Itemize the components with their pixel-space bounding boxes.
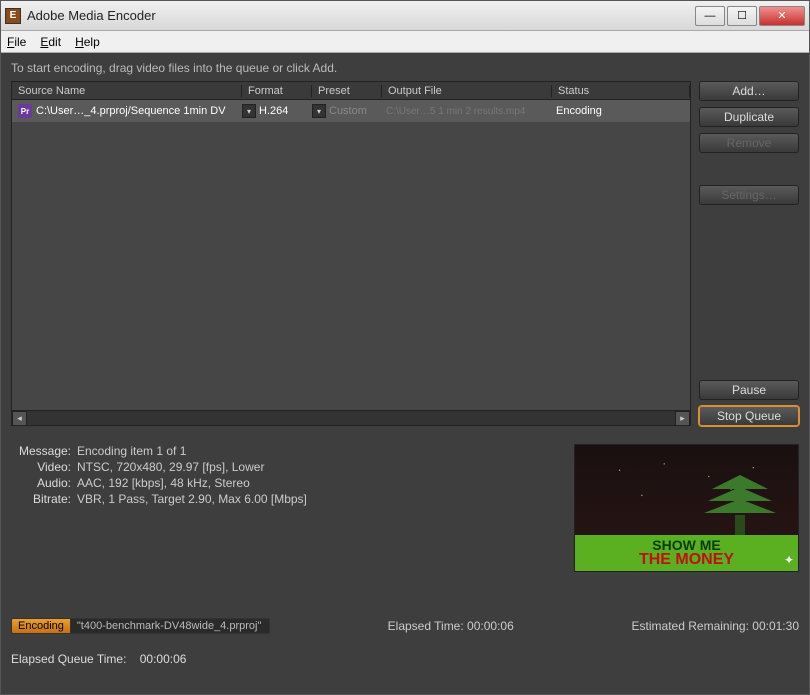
audio-label: Audio: bbox=[11, 476, 71, 490]
message-value: Encoding item 1 of 1 bbox=[77, 444, 186, 458]
elapsed-value: 00:00:06 bbox=[467, 619, 514, 633]
preset-dropdown-icon[interactable]: ▾ bbox=[312, 104, 326, 118]
format-dropdown-icon[interactable]: ▾ bbox=[242, 104, 256, 118]
app-window: E Adobe Media Encoder — ☐ ✕ File Edit He… bbox=[0, 0, 810, 695]
col-status[interactable]: Status bbox=[552, 85, 690, 97]
pause-button[interactable]: Pause bbox=[699, 380, 799, 400]
progress-row: Encoding "t400-benchmark-DV48wide_4.prpr… bbox=[11, 618, 799, 634]
remove-button: Remove bbox=[699, 133, 799, 153]
app-body: To start encoding, drag video files into… bbox=[1, 53, 809, 694]
column-headers: Source Name Format Preset Output File St… bbox=[12, 82, 690, 100]
queue-panel: Source Name Format Preset Output File St… bbox=[11, 81, 691, 426]
hint-text: To start encoding, drag video files into… bbox=[11, 61, 799, 75]
info-panel: Message: Encoding item 1 of 1 Video: NTSC,… bbox=[11, 444, 554, 572]
col-preset[interactable]: Preset bbox=[312, 85, 382, 97]
settings-button: Settings… bbox=[699, 185, 799, 205]
col-source-name[interactable]: Source Name bbox=[12, 85, 242, 97]
row-name: C:\User…_4.prproj/Sequence 1min DV bbox=[36, 105, 226, 117]
minimize-button[interactable]: — bbox=[695, 6, 725, 26]
menubar: File Edit Help bbox=[1, 31, 809, 53]
window-title: Adobe Media Encoder bbox=[27, 8, 695, 23]
video-value: NTSC, 720x480, 29.97 [fps], Lower bbox=[77, 460, 264, 474]
menu-edit[interactable]: Edit bbox=[40, 35, 61, 49]
audio-value: AAC, 192 [kbps], 48 kHz, Stereo bbox=[77, 476, 250, 490]
preview-text-2: THE MONEY bbox=[639, 552, 734, 568]
duplicate-button[interactable]: Duplicate bbox=[699, 107, 799, 127]
queue-elapsed-value: 00:00:06 bbox=[140, 652, 187, 666]
remaining-label: Estimated Remaining: bbox=[632, 619, 749, 633]
row-preset: Custom bbox=[329, 105, 367, 117]
progress-state: Encoding bbox=[11, 618, 70, 634]
bitrate-label: Bitrate: bbox=[11, 492, 71, 506]
video-label: Video: bbox=[11, 460, 71, 474]
remaining-value: 00:01:30 bbox=[752, 619, 799, 633]
scroll-left-icon[interactable]: ◂ bbox=[12, 411, 27, 426]
maximize-button[interactable]: ☐ bbox=[727, 6, 757, 26]
row-format: H.264 bbox=[259, 105, 288, 117]
menu-file[interactable]: File bbox=[7, 35, 26, 49]
nbc-logo-icon: ✦ bbox=[784, 553, 794, 567]
queue-row[interactable]: Pr C:\User…_4.prproj/Sequence 1min DV ▾ … bbox=[12, 100, 690, 122]
close-button[interactable]: ✕ bbox=[759, 6, 805, 26]
col-format[interactable]: Format bbox=[242, 85, 312, 97]
queue-elapsed-label: Elapsed Queue Time: bbox=[11, 652, 126, 666]
add-button[interactable]: Add… bbox=[699, 81, 799, 101]
bitrate-value: VBR, 1 Pass, Target 2.90, Max 6.00 [Mbps… bbox=[77, 492, 307, 506]
progress-file: "t400-benchmark-DV48wide_4.prproj" bbox=[70, 618, 270, 634]
app-icon: E bbox=[5, 8, 21, 24]
elapsed-label: Elapsed Time: bbox=[388, 619, 464, 633]
preview-text-1: SHOW ME bbox=[652, 538, 720, 552]
preview-thumbnail: SHOW ME THE MONEY ✦ bbox=[574, 444, 799, 572]
row-output: C:\User…5 1 min 2 results.mp4 bbox=[382, 106, 552, 117]
row-status: Encoding bbox=[552, 105, 690, 117]
scroll-right-icon[interactable]: ▸ bbox=[675, 411, 690, 426]
col-output[interactable]: Output File bbox=[382, 85, 552, 97]
h-scrollbar[interactable]: ◂ ▸ bbox=[12, 410, 690, 425]
titlebar[interactable]: E Adobe Media Encoder — ☐ ✕ bbox=[1, 1, 809, 31]
stop-queue-button[interactable]: Stop Queue bbox=[699, 406, 799, 426]
message-label: Message: bbox=[11, 444, 71, 458]
premiere-icon: Pr bbox=[18, 104, 32, 118]
side-buttons: Add… Duplicate Remove Settings… Pause St… bbox=[699, 81, 799, 426]
menu-help[interactable]: Help bbox=[75, 35, 100, 49]
queue-elapsed: Elapsed Queue Time: 00:00:06 bbox=[11, 652, 799, 666]
